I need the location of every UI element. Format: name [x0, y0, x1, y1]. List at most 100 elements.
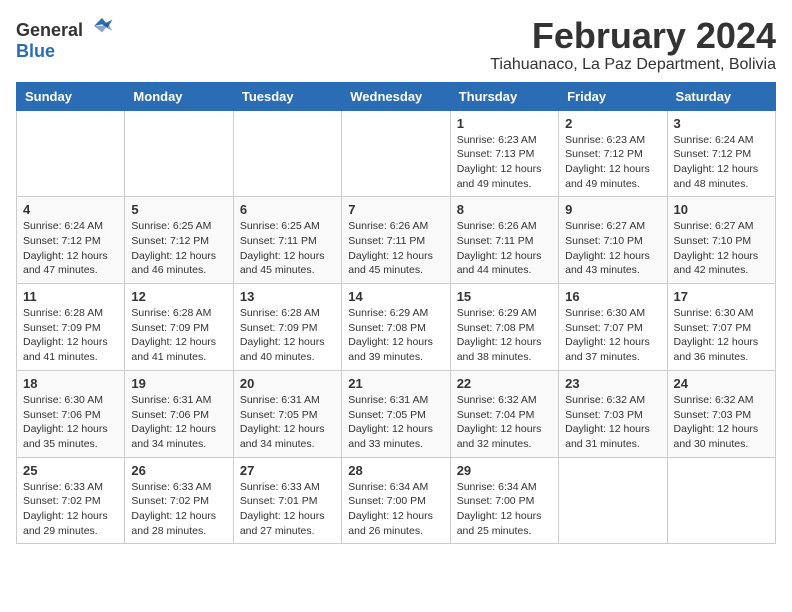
- header-day-saturday: Saturday: [667, 82, 775, 110]
- header-day-monday: Monday: [125, 82, 233, 110]
- calendar-cell: 7Sunrise: 6:26 AM Sunset: 7:11 PM Daylig…: [342, 197, 450, 284]
- calendar-cell: 17 Sunrise: 6:30 AM Sunset: 7:07 PM Dayli…: [667, 284, 775, 371]
- day-info: Sunrise: 6:23 AM Sunset: 7:13 PM Dayligh…: [457, 133, 552, 192]
- calendar-cell: 18 Sunrise: 6:30 AM Sunset: 7:06 PM Dayli…: [17, 370, 125, 457]
- calendar-week-row: 25 Sunrise: 6:33 AM Sunset: 7:02 PM Dayli…: [17, 457, 776, 544]
- day-info: Sunrise: 6:31 AM Sunset: 7:06 PM Dayligh…: [131, 393, 226, 452]
- calendar-week-row: 11 Sunrise: 6:28 AM Sunset: 7:09 PM Dayli…: [17, 284, 776, 371]
- logo-text: General Blue: [16, 16, 114, 62]
- day-info: Sunrise: 6:33 AM Sunset: 7:02 PM Dayligh…: [23, 480, 118, 539]
- calendar-cell: 19 Sunrise: 6:31 AM Sunset: 7:06 PM Dayli…: [125, 370, 233, 457]
- header-day-sunday: Sunday: [17, 82, 125, 110]
- day-number: 1: [457, 116, 552, 131]
- page-subtitle: Tiahuanaco, La Paz Department, Bolivia: [490, 56, 776, 74]
- header-day-friday: Friday: [559, 82, 667, 110]
- day-info: Sunrise: 6:26 AM Sunset: 7:11 PM Dayligh…: [348, 219, 443, 278]
- calendar-week-row: 18 Sunrise: 6:30 AM Sunset: 7:06 PM Dayli…: [17, 370, 776, 457]
- calendar-cell: 6 Sunrise: 6:25 AM Sunset: 7:11 PM Daylig…: [233, 197, 341, 284]
- logo-general: General: [16, 20, 83, 40]
- calendar-cell: 11 Sunrise: 6:28 AM Sunset: 7:09 PM Dayli…: [17, 284, 125, 371]
- calendar-week-row: 4 Sunrise: 6:24 AM Sunset: 7:12 PM Daylig…: [17, 197, 776, 284]
- calendar-cell: 20 Sunrise: 6:31 AM Sunset: 7:05 PM Dayli…: [233, 370, 341, 457]
- day-info: Sunrise: 6:30 AM Sunset: 7:07 PM Dayligh…: [565, 306, 660, 365]
- day-number: 11: [23, 289, 118, 304]
- day-number: 19: [131, 376, 226, 391]
- day-info: Sunrise: 6:31 AM Sunset: 7:05 PM Dayligh…: [348, 393, 443, 452]
- day-number: 16: [565, 289, 660, 304]
- calendar-cell: 8Sunrise: 6:26 AM Sunset: 7:11 PM Daylig…: [450, 197, 558, 284]
- day-number: 9: [565, 202, 660, 217]
- day-info: Sunrise: 6:32 AM Sunset: 7:04 PM Dayligh…: [457, 393, 552, 452]
- day-info: Sunrise: 6:24 AM Sunset: 7:12 PM Dayligh…: [674, 133, 769, 192]
- calendar-cell: [559, 457, 667, 544]
- calendar-cell: 24 Sunrise: 6:32 AM Sunset: 7:03 PM Dayli…: [667, 370, 775, 457]
- calendar-cell: 4 Sunrise: 6:24 AM Sunset: 7:12 PM Daylig…: [17, 197, 125, 284]
- day-info: Sunrise: 6:25 AM Sunset: 7:12 PM Dayligh…: [131, 219, 226, 278]
- header: General Blue February 2024 Tiahuanaco, L…: [16, 16, 776, 74]
- calendar-header-row: SundayMondayTuesdayWednesdayThursdayFrid…: [17, 82, 776, 110]
- header-day-thursday: Thursday: [450, 82, 558, 110]
- calendar-cell: [342, 110, 450, 197]
- day-number: 17: [674, 289, 769, 304]
- header-day-tuesday: Tuesday: [233, 82, 341, 110]
- day-info: Sunrise: 6:34 AM Sunset: 7:00 PM Dayligh…: [348, 480, 443, 539]
- day-number: 13: [240, 289, 335, 304]
- day-info: Sunrise: 6:30 AM Sunset: 7:06 PM Dayligh…: [23, 393, 118, 452]
- calendar-cell: [233, 110, 341, 197]
- day-number: 2: [565, 116, 660, 131]
- day-number: 25: [23, 463, 118, 478]
- day-info: Sunrise: 6:31 AM Sunset: 7:05 PM Dayligh…: [240, 393, 335, 452]
- logo: General Blue: [16, 16, 114, 62]
- calendar-cell: 13 Sunrise: 6:28 AM Sunset: 7:09 PM Dayli…: [233, 284, 341, 371]
- day-number: 27: [240, 463, 335, 478]
- page-title: February 2024: [490, 16, 776, 56]
- calendar-cell: 1 Sunrise: 6:23 AM Sunset: 7:13 PM Daylig…: [450, 110, 558, 197]
- calendar-cell: 25 Sunrise: 6:33 AM Sunset: 7:02 PM Dayli…: [17, 457, 125, 544]
- day-number: 24: [674, 376, 769, 391]
- day-number: 4: [23, 202, 118, 217]
- calendar-cell: [667, 457, 775, 544]
- calendar-cell: 9 Sunrise: 6:27 AM Sunset: 7:10 PM Daylig…: [559, 197, 667, 284]
- day-number: 29: [457, 463, 552, 478]
- calendar-cell: 3 Sunrise: 6:24 AM Sunset: 7:12 PM Daylig…: [667, 110, 775, 197]
- day-info: Sunrise: 6:32 AM Sunset: 7:03 PM Dayligh…: [565, 393, 660, 452]
- logo-blue: Blue: [16, 41, 55, 61]
- day-info: Sunrise: 6:24 AM Sunset: 7:12 PM Dayligh…: [23, 219, 118, 278]
- calendar-cell: 10 Sunrise: 6:27 AM Sunset: 7:10 PM Dayli…: [667, 197, 775, 284]
- day-info: Sunrise: 6:25 AM Sunset: 7:11 PM Dayligh…: [240, 219, 335, 278]
- day-info: Sunrise: 6:30 AM Sunset: 7:07 PM Dayligh…: [674, 306, 769, 365]
- day-info: Sunrise: 6:33 AM Sunset: 7:02 PM Dayligh…: [131, 480, 226, 539]
- day-info: Sunrise: 6:28 AM Sunset: 7:09 PM Dayligh…: [131, 306, 226, 365]
- day-info: Sunrise: 6:29 AM Sunset: 7:08 PM Dayligh…: [457, 306, 552, 365]
- day-number: 18: [23, 376, 118, 391]
- title-area: February 2024 Tiahuanaco, La Paz Departm…: [490, 16, 776, 74]
- calendar-cell: 23Sunrise: 6:32 AM Sunset: 7:03 PM Dayli…: [559, 370, 667, 457]
- day-number: 10: [674, 202, 769, 217]
- calendar-week-row: 1 Sunrise: 6:23 AM Sunset: 7:13 PM Daylig…: [17, 110, 776, 197]
- day-info: Sunrise: 6:34 AM Sunset: 7:00 PM Dayligh…: [457, 480, 552, 539]
- day-info: Sunrise: 6:27 AM Sunset: 7:10 PM Dayligh…: [565, 219, 660, 278]
- day-info: Sunrise: 6:28 AM Sunset: 7:09 PM Dayligh…: [240, 306, 335, 365]
- calendar-cell: 15 Sunrise: 6:29 AM Sunset: 7:08 PM Dayli…: [450, 284, 558, 371]
- day-number: 5: [131, 202, 226, 217]
- calendar-cell: 28Sunrise: 6:34 AM Sunset: 7:00 PM Dayli…: [342, 457, 450, 544]
- day-number: 15: [457, 289, 552, 304]
- day-number: 12: [131, 289, 226, 304]
- calendar-cell: 2 Sunrise: 6:23 AM Sunset: 7:12 PM Daylig…: [559, 110, 667, 197]
- calendar-cell: [125, 110, 233, 197]
- day-info: Sunrise: 6:23 AM Sunset: 7:12 PM Dayligh…: [565, 133, 660, 192]
- day-number: 6: [240, 202, 335, 217]
- day-number: 20: [240, 376, 335, 391]
- calendar-cell: 14Sunrise: 6:29 AM Sunset: 7:08 PM Dayli…: [342, 284, 450, 371]
- day-info: Sunrise: 6:32 AM Sunset: 7:03 PM Dayligh…: [674, 393, 769, 452]
- calendar-cell: 16 Sunrise: 6:30 AM Sunset: 7:07 PM Dayli…: [559, 284, 667, 371]
- calendar-cell: 12 Sunrise: 6:28 AM Sunset: 7:09 PM Dayli…: [125, 284, 233, 371]
- calendar-table: SundayMondayTuesdayWednesdayThursdayFrid…: [16, 82, 776, 545]
- day-info: Sunrise: 6:27 AM Sunset: 7:10 PM Dayligh…: [674, 219, 769, 278]
- day-info: Sunrise: 6:33 AM Sunset: 7:01 PM Dayligh…: [240, 480, 335, 539]
- calendar-cell: 21Sunrise: 6:31 AM Sunset: 7:05 PM Dayli…: [342, 370, 450, 457]
- day-number: 3: [674, 116, 769, 131]
- calendar-cell: 22Sunrise: 6:32 AM Sunset: 7:04 PM Dayli…: [450, 370, 558, 457]
- header-day-wednesday: Wednesday: [342, 82, 450, 110]
- day-info: Sunrise: 6:28 AM Sunset: 7:09 PM Dayligh…: [23, 306, 118, 365]
